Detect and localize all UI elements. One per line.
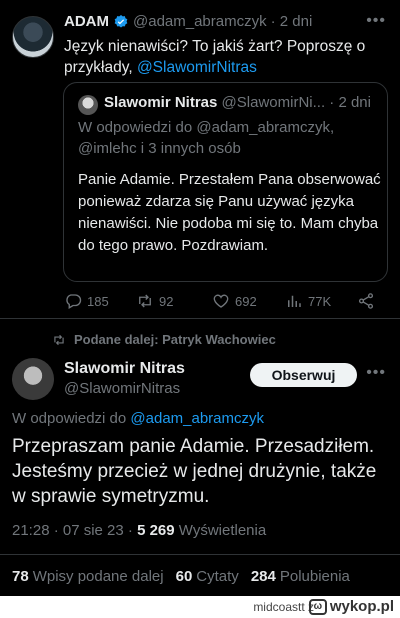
retweet-icon — [139, 294, 151, 308]
tweet-text: Przepraszam panie Adamie. Przesadziłem. … — [12, 436, 377, 507]
watermark-user: midcoastt z — [253, 600, 314, 614]
retweeted-by-line: Podane dalej: Patryk Wachowiec — [52, 332, 276, 347]
wykop-logo: ω wykop.pl — [308, 598, 394, 615]
divider — [0, 554, 400, 555]
analytics-icon — [288, 295, 301, 307]
quoted-author-handle: @SlawomirNi... — [221, 94, 326, 111]
more-options-icon[interactable]: ••• — [366, 12, 386, 30]
retweet-button[interactable]: 92 — [136, 292, 173, 310]
tweet-time: · 2 dni — [270, 13, 313, 30]
quotes-stat-count: 60 — [175, 568, 193, 585]
author-handle[interactable]: @SlawomirNitras — [64, 380, 180, 397]
quotes-stat-label: Cytaty — [196, 568, 239, 585]
reply-prefix: W odpowiedzi do — [78, 119, 197, 136]
author-handle[interactable]: @adam_abramczyk — [133, 13, 267, 30]
author-name[interactable]: Slawomir Nitras — [64, 360, 185, 378]
views-count: 77K — [308, 293, 332, 309]
likes-stat-count: 284 — [250, 568, 276, 585]
quoted-tweet-header: Slawomir Nitras @SlawomirNi... · 2 dni — [104, 94, 379, 111]
views-button[interactable]: 77K — [285, 292, 331, 310]
author-name[interactable]: ADAM — [64, 13, 109, 30]
tweet-meta: 21:28 · 07 sie 23 · 5 269 Wyświetlenia — [12, 522, 266, 539]
quoted-tweet-text: Panie Adamie. Przestałem Pana obserwować… — [78, 171, 381, 254]
views-label: Wyświetlenia — [174, 522, 267, 539]
divider — [0, 318, 400, 319]
reply-context: W odpowiedzi do @adam_abramczyk — [12, 410, 264, 427]
retweets-stat-count: 78 — [12, 568, 29, 585]
heart-icon — [213, 294, 229, 308]
avatar — [78, 95, 98, 115]
wykop-brand: wykop.pl — [329, 598, 394, 615]
like-button[interactable]: 692 — [212, 292, 257, 310]
quoted-tweet-card[interactable]: Slawomir Nitras @SlawomirNi... · 2 dni W… — [63, 82, 388, 282]
reply-button[interactable]: 185 — [64, 292, 109, 310]
mention-link[interactable]: @adam_abramczyk — [130, 410, 264, 427]
more-options-icon[interactable]: ••• — [366, 364, 386, 382]
avatar[interactable] — [12, 358, 54, 400]
reply-icon — [66, 294, 82, 309]
retweet-count: 92 — [159, 293, 174, 309]
follow-button[interactable]: Obserwuj — [250, 363, 357, 387]
share-icon — [358, 293, 374, 309]
retweeted-by-text[interactable]: Podane dalej: Patryk Wachowiec — [74, 332, 276, 347]
reply-prefix: W odpowiedzi do — [12, 410, 131, 427]
likes-stat[interactable]: 284 Polubienia — [251, 568, 350, 585]
reply-count: 185 — [87, 293, 109, 309]
views-count: 5 269 — [137, 522, 175, 539]
retweets-stat[interactable]: 78 Wpisy podane dalej — [12, 568, 164, 585]
verified-badge-icon — [114, 14, 128, 28]
wykop-logo-icon: ω — [308, 598, 327, 615]
tweet-timestamp[interactable]: 21:28 · 07 sie 23 · — [12, 522, 137, 539]
engagement-stats: 78 Wpisy podane dalej 60 Cytaty 284 Polubie… — [12, 568, 350, 585]
quoted-tweet-time: · 2 dni — [329, 94, 371, 111]
retweet-icon — [54, 334, 64, 345]
avatar[interactable] — [12, 16, 54, 58]
tweet-header: ADAM @adam_abramczyk · 2 dni — [64, 13, 312, 30]
mention-link[interactable]: @SlawomirNitras — [137, 59, 257, 76]
quotes-stat[interactable]: 60 Cytaty — [176, 568, 239, 585]
share-button[interactable] — [357, 292, 375, 310]
quoted-author-name: Slawomir Nitras — [104, 94, 218, 111]
reply-context: W odpowiedzi do @adam_abramczyk, @imlehc… — [78, 117, 378, 159]
like-count: 692 — [235, 293, 257, 309]
retweets-stat-label: Wpisy podane dalej — [32, 568, 164, 585]
likes-stat-label: Polubienia — [279, 568, 350, 585]
tweet-text: Język nienawiści? To jakiś żart? Poprosz… — [64, 36, 390, 78]
